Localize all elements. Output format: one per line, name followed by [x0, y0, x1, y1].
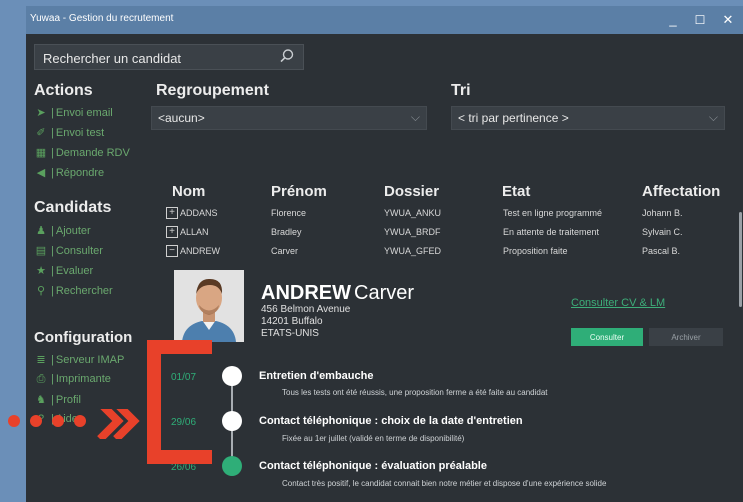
cell-dossier: YWUA_BRDF: [384, 227, 441, 237]
server-icon: ≣: [36, 354, 46, 366]
candidats-title: Candidats: [34, 199, 112, 216]
expand-icon[interactable]: +: [166, 226, 178, 238]
cell-affectation: Johann B.: [642, 208, 683, 218]
sidebar-item-ajouter[interactable]: ♟ | Ajouter: [34, 224, 91, 237]
cell-etat: Proposition faite: [503, 246, 568, 256]
sort-label: Tri: [451, 82, 471, 99]
search-icon: ⚲: [36, 285, 46, 297]
send-test-icon: ✐: [36, 127, 46, 139]
window-title: Yuwaa - Gestion du recrutement: [30, 13, 174, 24]
reply-icon: ◀: [36, 167, 46, 179]
candidate-photo: [174, 270, 244, 342]
timeline-dot: [222, 411, 242, 431]
close-button[interactable]: ✕: [718, 10, 738, 30]
profile-icon: ♞: [36, 394, 46, 406]
grouping-value: <aucun>: [158, 111, 205, 125]
sidebar-item-evaluer[interactable]: ★ | Evaluer: [34, 264, 93, 277]
grouping-label: Regroupement: [156, 82, 269, 99]
send-icon: ➤: [36, 107, 46, 119]
cell-nom: ANDREW: [180, 246, 220, 256]
search-input[interactable]: [41, 48, 275, 68]
table-row[interactable]: + ADDANS Florence YWUA_ANKU Test en lign…: [166, 206, 726, 222]
candidate-last-name: ANDREW: [261, 282, 351, 304]
sidebar-item-imprimante[interactable]: ⎙ | Imprimante: [34, 373, 111, 386]
archive-button[interactable]: Archiver: [649, 328, 723, 346]
timeline-desc: Fixée au 1er juillet (validé en terme de…: [282, 434, 465, 443]
printer-icon: ⎙: [36, 373, 46, 385]
sort-value: < tri par pertinence >: [458, 111, 569, 125]
star-icon: ★: [36, 265, 46, 277]
cell-dossier: YWUA_GFED: [384, 246, 442, 256]
configuration-title: Configuration: [34, 329, 133, 346]
actions-title: Actions: [34, 82, 93, 99]
search-icon[interactable]: [279, 48, 295, 64]
sidebar-item-serveur-imap[interactable]: ≣ | Serveur IMAP: [34, 353, 124, 366]
grouping-select[interactable]: <aucun> ⌵: [151, 106, 427, 130]
cell-prenom: Bradley: [271, 227, 302, 237]
expand-icon[interactable]: +: [166, 207, 178, 219]
timeline-title: Contact téléphonique : évaluation préala…: [259, 460, 487, 472]
timeline-title: Entretien d'embauche: [259, 370, 374, 382]
table-row[interactable]: + ALLAN Bradley YWUA_BRDF En attente de …: [166, 225, 726, 241]
title-bar: Yuwaa - Gestion du recrutement _ ☐ ✕: [26, 6, 743, 34]
annotation-arrow: [8, 409, 140, 439]
cell-nom: ALLAN: [180, 227, 209, 237]
consult-button[interactable]: Consulter: [571, 328, 643, 346]
address-line-1: 456 Belmon Avenue: [261, 304, 351, 315]
add-user-icon: ♟: [36, 225, 46, 237]
candidate-first-name: Carver: [354, 282, 415, 304]
id-card-icon: ▤: [35, 245, 47, 257]
cell-nom: ADDANS: [180, 208, 218, 218]
sidebar-item-consulter[interactable]: ▤ | Consulter: [34, 244, 103, 257]
cell-affectation: Sylvain C.: [642, 227, 683, 237]
address-line-3: ETATS-UNIS: [261, 328, 319, 339]
sidebar-item-rechercher[interactable]: ⚲ | Rechercher: [34, 284, 113, 297]
cell-affectation: Pascal B.: [642, 246, 681, 256]
sidebar-item-repondre[interactable]: ◀ | Répondre: [34, 166, 104, 179]
timeline-title: Contact téléphonique : choix de la date …: [259, 415, 523, 427]
cv-link[interactable]: Consulter CV & LM: [571, 297, 665, 309]
sidebar-item-envoi-test[interactable]: ✐ | Envoi test: [34, 126, 104, 139]
scrollbar[interactable]: [739, 212, 742, 307]
sidebar-item-envoi-email[interactable]: ➤ | Envoi email: [34, 106, 112, 119]
chevron-down-icon: ⌵: [410, 110, 420, 124]
header-dossier[interactable]: Dossier: [384, 183, 439, 200]
calendar-icon: ▦: [35, 147, 47, 159]
annotation-bracket: [147, 340, 212, 464]
timeline-dot: [222, 366, 242, 386]
sidebar-item-demande-rdv[interactable]: ▦ | Demande RDV: [34, 146, 130, 159]
sidebar-item-profil[interactable]: ♞ | Profil: [34, 393, 81, 406]
table-row[interactable]: − ANDREW Carver YWUA_GFED Proposition fa…: [166, 244, 726, 260]
cell-etat: En attente de traitement: [503, 227, 600, 237]
address-line-2: 14201 Buffalo: [261, 316, 323, 327]
header-nom[interactable]: Nom: [172, 183, 205, 200]
header-affectation[interactable]: Affectation: [642, 183, 720, 200]
header-prenom[interactable]: Prénom: [271, 183, 327, 200]
header-etat[interactable]: Etat: [502, 183, 530, 200]
collapse-icon[interactable]: −: [166, 245, 178, 257]
sort-select[interactable]: < tri par pertinence > ⌵: [451, 106, 725, 130]
cell-dossier: YWUA_ANKU: [384, 208, 442, 218]
search-box[interactable]: [34, 44, 304, 70]
timeline-dot: [222, 456, 242, 476]
cell-prenom: Carver: [271, 246, 299, 256]
timeline-desc: Contact très positif, le candidat connai…: [282, 479, 607, 488]
cell-prenom: Florence: [271, 208, 307, 218]
chevron-down-icon: ⌵: [708, 110, 718, 124]
maximize-button[interactable]: ☐: [690, 10, 710, 30]
cell-etat: Test en ligne programmé: [503, 208, 603, 218]
minimize-button[interactable]: _: [663, 10, 683, 30]
timeline-desc: Tous les tests ont été réussis, une prop…: [282, 388, 548, 397]
